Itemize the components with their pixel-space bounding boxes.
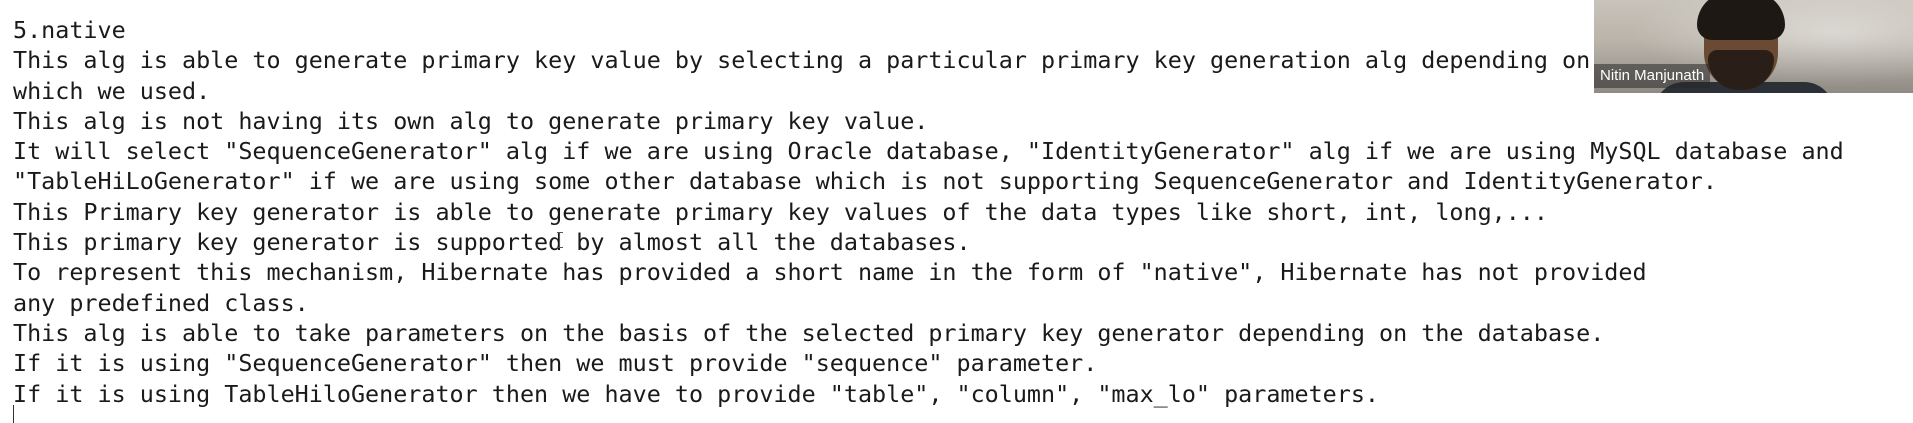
doc-line: This alg is able to take parameters on t… bbox=[13, 318, 1605, 347]
participant-name-label: Nitin Manjunath bbox=[1594, 64, 1711, 88]
doc-line: This alg is not having its own alg to ge… bbox=[13, 106, 929, 135]
document-text[interactable]: 5.native This alg is able to generate pr… bbox=[13, 15, 1844, 409]
doc-line: any predefined class. bbox=[13, 288, 309, 317]
text-caret bbox=[13, 405, 14, 423]
participant-video-tile[interactable]: Nitin Manjunath bbox=[1594, 0, 1913, 93]
doc-line: This primary key generator is supported … bbox=[13, 228, 971, 257]
doc-line: It will select "SequenceGenerator" alg i… bbox=[13, 137, 1844, 166]
doc-line: If it is using "SequenceGenerator" then … bbox=[13, 349, 1098, 378]
doc-line: This alg is able to generate primary key… bbox=[13, 46, 1591, 75]
doc-line: which we used. bbox=[13, 76, 211, 105]
participant-hair bbox=[1697, 0, 1785, 40]
doc-line: 5.native bbox=[13, 16, 126, 44]
ibeam-cursor-icon bbox=[557, 232, 563, 248]
doc-line: "TableHiLoGenerator" if we are using som… bbox=[13, 167, 1717, 196]
doc-line: To represent this mechanism, Hibernate h… bbox=[13, 258, 1647, 287]
doc-line: This Primary key generator is able to ge… bbox=[13, 197, 1548, 226]
doc-line: If it is using TableHiloGenerator then w… bbox=[13, 379, 1379, 408]
